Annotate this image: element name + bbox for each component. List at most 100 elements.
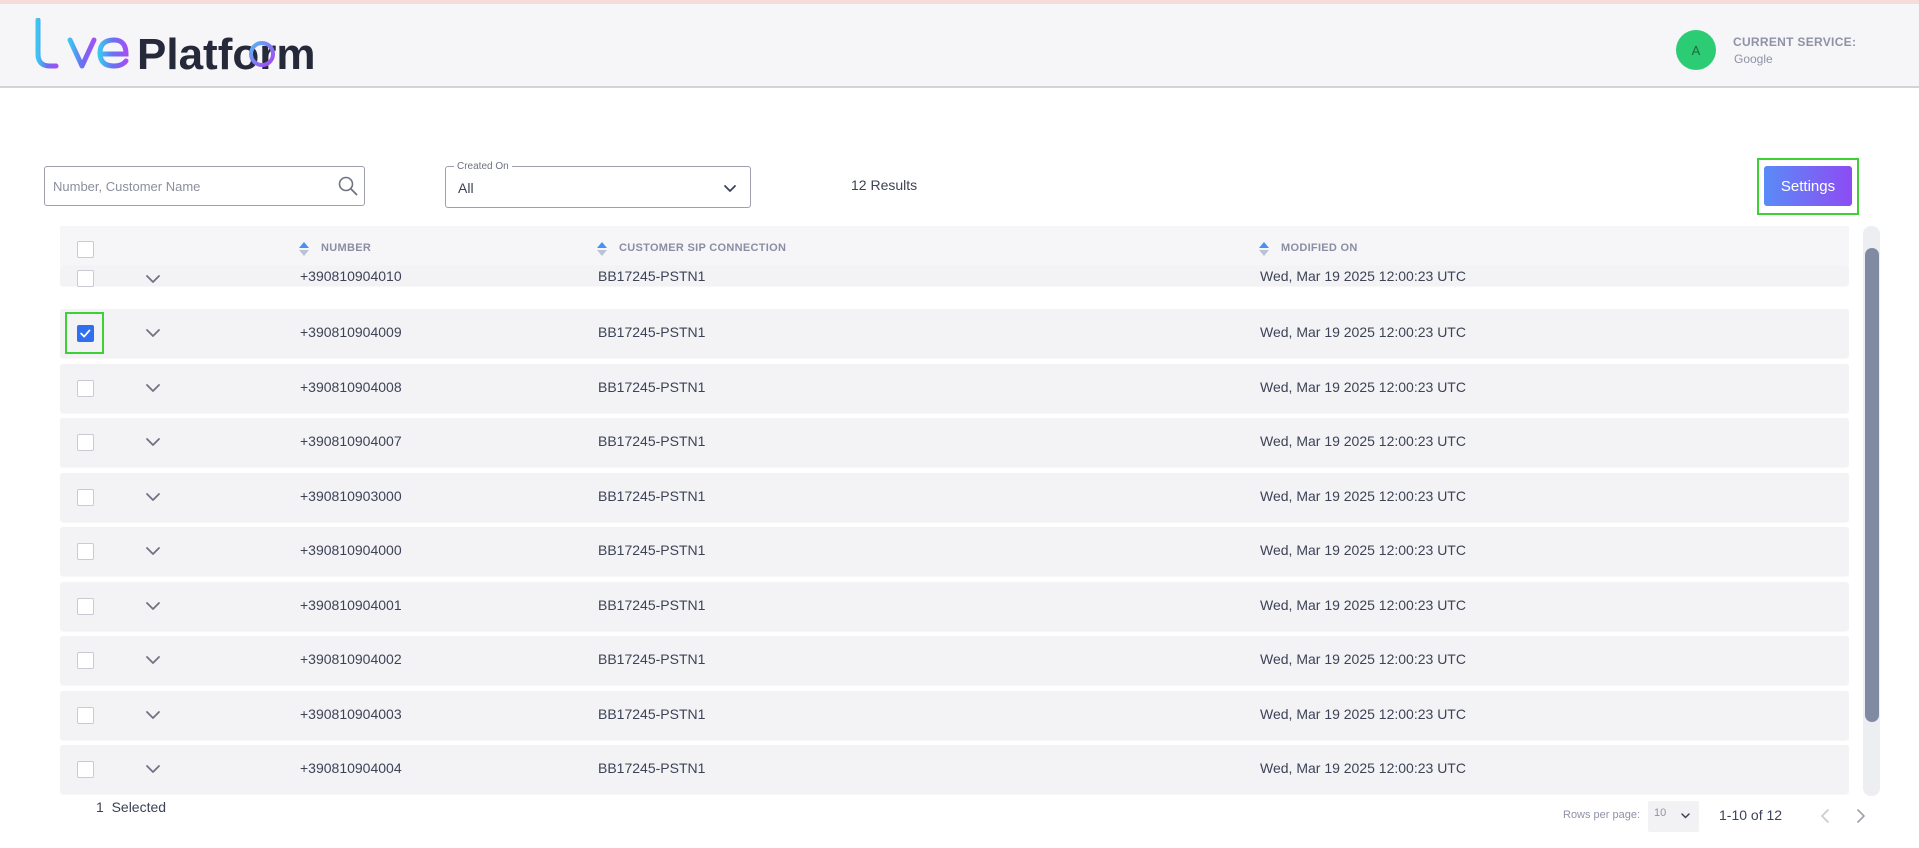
- column-header-customer-sip-connection[interactable]: CUSTOMER SIP CONNECTION: [619, 242, 786, 254]
- check-icon: [80, 329, 91, 337]
- table-row[interactable]: +390810904003 BB17245-PSTN1 Wed, Mar 19 20…: [60, 691, 1849, 739]
- row-checkbox[interactable]: [77, 379, 94, 397]
- liveplatform-logo: Platform: [35, 18, 315, 78]
- chevron-down-icon: [146, 438, 160, 446]
- expand-row-button[interactable]: [145, 271, 161, 287]
- table-row[interactable]: +390810904008 BB17245-PSTN1 Wed, Mar 19 20…: [60, 364, 1849, 412]
- cell-number: +390810904004: [300, 760, 402, 776]
- selected-count: 1 Selected: [96, 799, 167, 815]
- cell-modified-on: Wed, Mar 19 2025 12:00:23 UTC: [1260, 542, 1466, 558]
- expand-row-button[interactable]: [145, 543, 161, 559]
- search-input[interactable]: [53, 174, 323, 198]
- expand-row-button[interactable]: [145, 652, 161, 668]
- table-header: NUMBER CUSTOMER SIP CONNECTION MODIFIED …: [60, 226, 1849, 266]
- sort-icon[interactable]: [299, 241, 309, 257]
- row-checkbox[interactable]: [77, 270, 94, 287]
- table-row[interactable]: +390810904007 BB17245-PSTN1 Wed, Mar 19 20…: [60, 418, 1849, 466]
- row-checkbox[interactable]: [77, 760, 94, 778]
- table-row[interactable]: +390810904002 BB17245-PSTN1 Wed, Mar 19 20…: [60, 636, 1849, 684]
- cell-number: +390810904002: [300, 651, 402, 667]
- cell-customer-sip-connection: BB17245-PSTN1: [598, 379, 706, 395]
- cell-number: +390810904000: [300, 542, 402, 558]
- expand-row-button[interactable]: [145, 598, 161, 614]
- cell-modified-on: Wed, Mar 19 2025 12:00:23 UTC: [1260, 433, 1466, 449]
- cell-number: +390810904001: [300, 597, 402, 613]
- table-row[interactable]: +390810904009 BB17245-PSTN1 Wed, Mar 19 20…: [60, 309, 1849, 357]
- pagination-range: 1-10 of 12: [1719, 807, 1783, 823]
- cell-customer-sip-connection: BB17245-PSTN1: [598, 706, 706, 722]
- cell-number: +390810903000: [300, 488, 402, 504]
- app-header: Platform A CURRENT SERVICE: Google: [0, 4, 1919, 88]
- row-checkbox[interactable]: [77, 651, 94, 669]
- current-service-value: Google: [1734, 52, 1773, 66]
- cell-customer-sip-connection: BB17245-PSTN1: [598, 268, 706, 284]
- settings-button[interactable]: Settings: [1764, 166, 1852, 206]
- chevron-down-icon: [146, 711, 160, 719]
- chevron-down-icon: [1681, 813, 1690, 819]
- chevron-right-icon[interactable]: [1854, 807, 1868, 825]
- cell-customer-sip-connection: BB17245-PSTN1: [598, 324, 706, 340]
- chevron-down-icon: [146, 493, 160, 501]
- cell-number: +390810904007: [300, 433, 402, 449]
- column-header-number[interactable]: NUMBER: [321, 242, 371, 254]
- cell-customer-sip-connection: BB17245-PSTN1: [598, 433, 706, 449]
- table-row[interactable]: +390810903000 BB17245-PSTN1 Wed, Mar 19 20…: [60, 473, 1849, 521]
- results-count: 12 Results: [851, 177, 918, 193]
- expand-row-button[interactable]: [145, 761, 161, 777]
- table-row[interactable]: +390810904004 BB17245-PSTN1 Wed, Mar 19 20…: [60, 745, 1849, 793]
- row-checkbox[interactable]: [77, 433, 94, 451]
- svg-text:Platform: Platform: [137, 30, 315, 78]
- sort-icon[interactable]: [597, 241, 607, 257]
- column-header-modified-on[interactable]: MODIFIED ON: [1281, 242, 1358, 254]
- created-on-select[interactable]: Created On All: [445, 161, 751, 208]
- chevron-down-icon: [146, 656, 160, 664]
- row-checkbox[interactable]: [77, 488, 94, 506]
- numbers-table: NUMBER CUSTOMER SIP CONNECTION MODIFIED …: [60, 226, 1849, 796]
- cell-customer-sip-connection: BB17245-PSTN1: [598, 488, 706, 504]
- cell-customer-sip-connection: BB17245-PSTN1: [598, 597, 706, 613]
- cell-modified-on: Wed, Mar 19 2025 12:00:23 UTC: [1260, 760, 1466, 776]
- expand-row-button[interactable]: [145, 380, 161, 396]
- cell-number: +390810904010: [300, 268, 402, 284]
- chevron-down-icon: [146, 547, 160, 555]
- expand-row-button[interactable]: [145, 707, 161, 723]
- current-service-label: CURRENT SERVICE:: [1733, 35, 1857, 49]
- table-row[interactable]: +390810904000 BB17245-PSTN1 Wed, Mar 19 20…: [60, 527, 1849, 575]
- search-icon[interactable]: [337, 175, 359, 197]
- cell-number: +390810904003: [300, 706, 402, 722]
- chevron-down-icon: [146, 384, 160, 392]
- chevron-down-icon: [146, 765, 160, 773]
- select-all-checkbox[interactable]: [77, 241, 94, 258]
- row-checkbox[interactable]: [77, 706, 94, 724]
- row-checkbox[interactable]: [77, 324, 94, 342]
- cell-number: +390810904009: [300, 324, 402, 340]
- cell-number: +390810904008: [300, 379, 402, 395]
- expand-row-button[interactable]: [145, 434, 161, 450]
- cell-modified-on: Wed, Mar 19 2025 12:00:23 UTC: [1260, 268, 1466, 284]
- cell-modified-on: Wed, Mar 19 2025 12:00:23 UTC: [1260, 597, 1466, 613]
- row-checkbox[interactable]: [77, 542, 94, 560]
- cell-customer-sip-connection: BB17245-PSTN1: [598, 760, 706, 776]
- created-on-label: Created On: [454, 161, 512, 172]
- row-checkbox[interactable]: [77, 597, 94, 615]
- created-on-value: All: [458, 180, 474, 196]
- cell-modified-on: Wed, Mar 19 2025 12:00:23 UTC: [1260, 379, 1466, 395]
- table-scrollbar-thumb[interactable]: [1865, 248, 1879, 722]
- chevron-down-icon: [146, 602, 160, 610]
- cell-modified-on: Wed, Mar 19 2025 12:00:23 UTC: [1260, 488, 1466, 504]
- cell-customer-sip-connection: BB17245-PSTN1: [598, 542, 706, 558]
- expand-row-button[interactable]: [145, 325, 161, 341]
- user-avatar[interactable]: A: [1676, 30, 1716, 70]
- chevron-down-icon: [146, 329, 160, 337]
- table-row[interactable]: +390810904010 BB17245-PSTN1 Wed, Mar 19 20…: [60, 266, 1849, 287]
- cell-modified-on: Wed, Mar 19 2025 12:00:23 UTC: [1260, 651, 1466, 667]
- table-row[interactable]: +390810904001 BB17245-PSTN1 Wed, Mar 19 20…: [60, 582, 1849, 630]
- rows-per-page-select[interactable]: 10: [1648, 801, 1699, 832]
- sort-icon[interactable]: [1259, 241, 1269, 257]
- cell-modified-on: Wed, Mar 19 2025 12:00:23 UTC: [1260, 706, 1466, 722]
- expand-row-button[interactable]: [145, 489, 161, 505]
- rows-per-page-value: 10: [1654, 807, 1667, 819]
- cell-customer-sip-connection: BB17245-PSTN1: [598, 651, 706, 667]
- chevron-left-icon[interactable]: [1818, 807, 1832, 825]
- search-box: [44, 166, 365, 206]
